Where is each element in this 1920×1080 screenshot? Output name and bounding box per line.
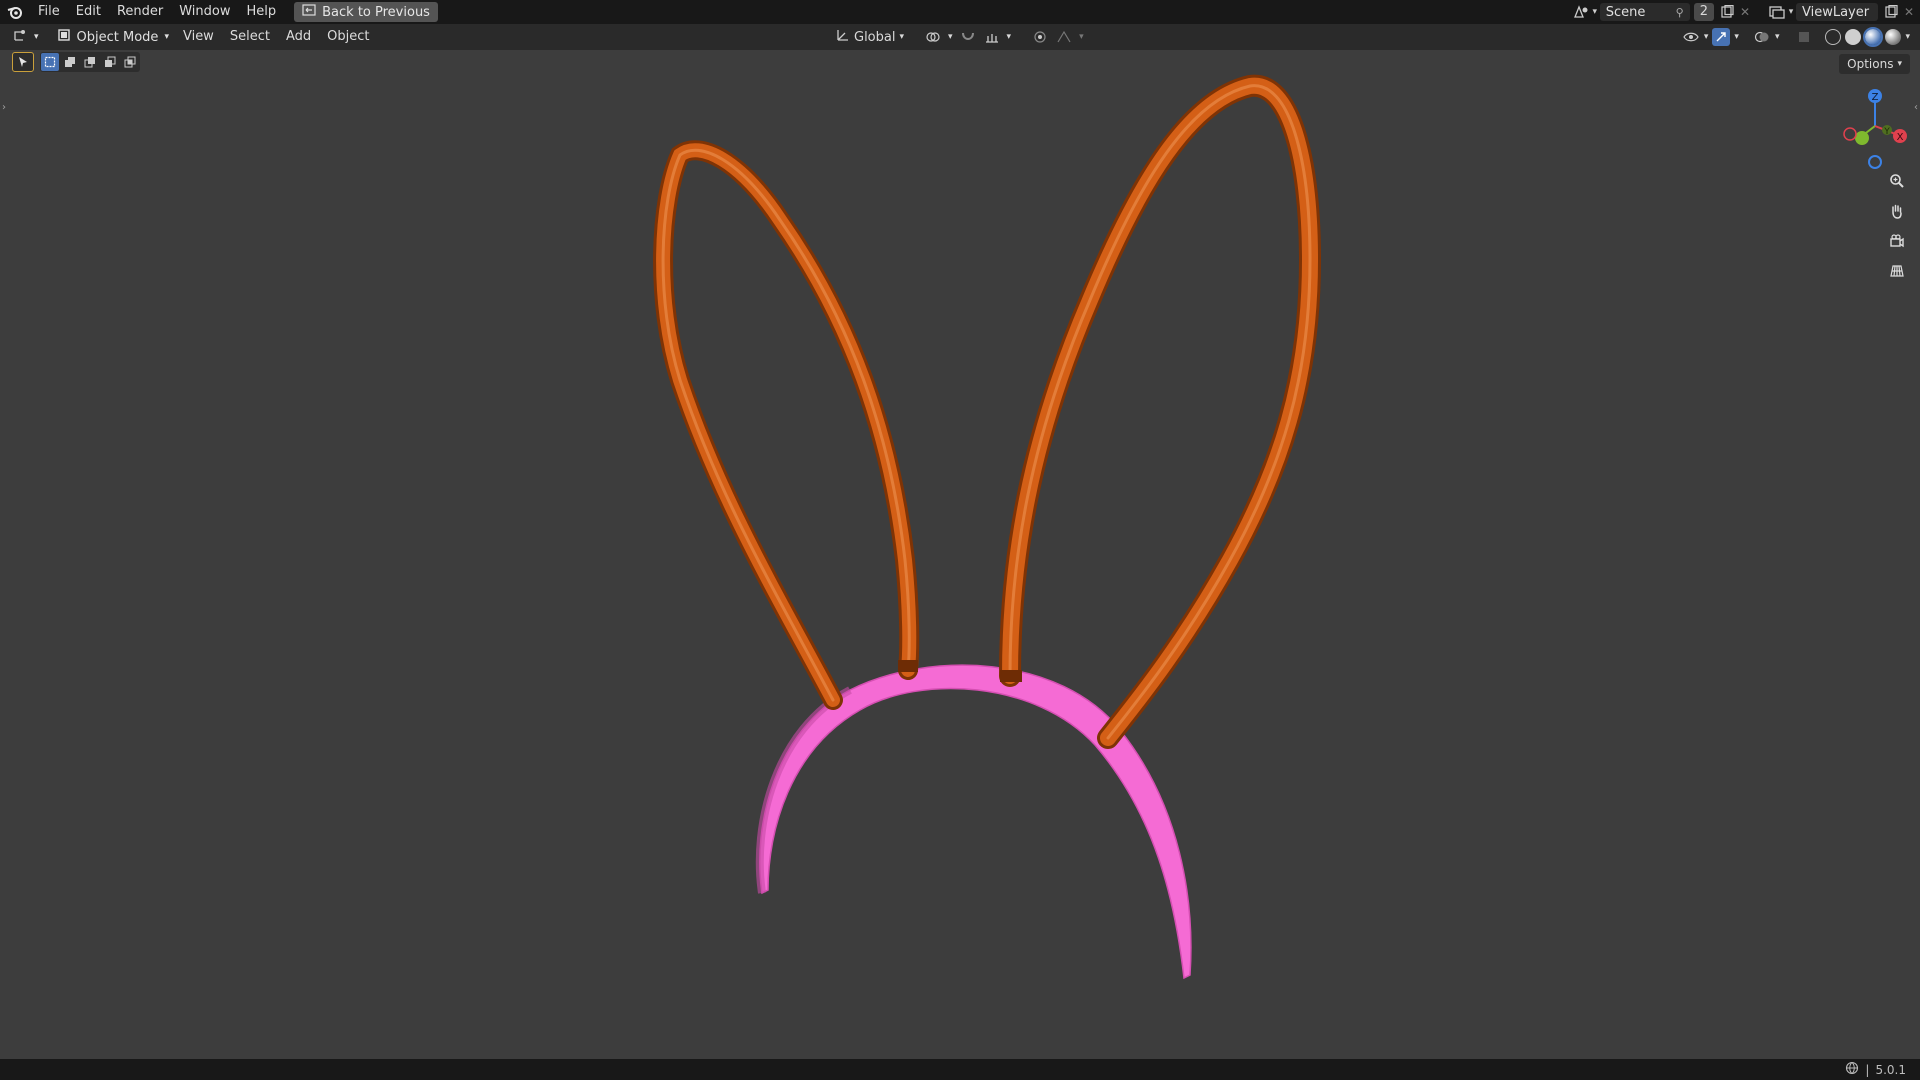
solid-shading-icon[interactable]: [1845, 29, 1862, 45]
select-invert-icon[interactable]: [101, 53, 119, 71]
sidebar-expand-arrow-icon[interactable]: ‹: [1914, 102, 1918, 113]
navigation-gizmo[interactable]: Z Y X: [1828, 82, 1908, 172]
material-preview-shading-icon[interactable]: [1863, 27, 1884, 47]
viewport-display-tools: ▾ ▾ ▾ ▾: [1682, 24, 1910, 50]
chevron-down-icon: ▾: [164, 32, 169, 42]
menu-select[interactable]: Select: [222, 24, 278, 50]
axis-y-handle: [1855, 131, 1869, 145]
editor-type-selector[interactable]: ▾: [6, 27, 45, 47]
proportional-editing-icon[interactable]: [1031, 28, 1049, 46]
menu-view[interactable]: View: [175, 24, 222, 50]
status-separator: |: [1865, 1062, 1870, 1077]
tool-settings-row: [12, 52, 140, 72]
pin-icon[interactable]: ⚲: [1676, 6, 1684, 19]
back-to-previous-label: Back to Previous: [322, 4, 430, 20]
chevron-down-icon: ▾: [899, 32, 905, 42]
axis-y-label: Y: [1883, 127, 1890, 137]
menu-help[interactable]: Help: [239, 0, 285, 24]
chevron-down-icon[interactable]: ▾: [1590, 3, 1600, 21]
chevron-down-icon[interactable]: ▾: [1734, 32, 1739, 42]
version-label: 5.0.1: [1875, 1062, 1906, 1077]
axis-neg-z-handle: [1868, 155, 1882, 169]
camera-view-icon[interactable]: [1884, 228, 1910, 254]
menu-render[interactable]: Render: [109, 0, 171, 24]
viewport-header: ▾ Object Mode ▾ View Select Add Object G…: [0, 24, 1920, 50]
toolbar-expand-arrow-icon[interactable]: ›: [2, 102, 6, 113]
chevron-down-icon[interactable]: ▾: [1704, 32, 1709, 42]
menu-window[interactable]: Window: [171, 0, 238, 24]
snap-increment-icon[interactable]: [983, 28, 1001, 46]
wireframe-shading-icon[interactable]: [1825, 29, 1842, 45]
3d-viewport[interactable]: › ‹ Z Y X: [0, 50, 1920, 1059]
visibility-eye-icon[interactable]: [1682, 28, 1700, 46]
menu-file[interactable]: File: [30, 0, 68, 24]
falloff-curve-icon[interactable]: [1055, 28, 1073, 46]
rendered-shading-icon[interactable]: [1885, 29, 1902, 45]
chevron-down-icon[interactable]: ▾: [1007, 32, 1012, 42]
pivot-point-icon[interactable]: [924, 28, 942, 46]
view-layer-name-field[interactable]: ViewLayer: [1796, 3, 1878, 21]
new-view-layer-icon[interactable]: [1882, 3, 1900, 21]
back-to-previous-button[interactable]: Back to Previous: [294, 2, 438, 22]
scene-render: [653, 74, 1322, 980]
chevron-down-icon[interactable]: ▾: [1786, 3, 1796, 21]
transform-tools: Global ▾ ▾ ▾ ▾: [836, 24, 1084, 50]
chevron-down-icon[interactable]: ▾: [1079, 32, 1084, 42]
chevron-down-icon: ▾: [1897, 59, 1902, 69]
select-subtract-icon[interactable]: [81, 53, 99, 71]
overlays-icon[interactable]: [1753, 28, 1771, 46]
chevron-down-icon: ▾: [34, 32, 39, 42]
close-icon[interactable]: ✕: [1736, 3, 1754, 21]
axis-x-label: X: [1897, 132, 1904, 143]
select-intersect-icon[interactable]: [121, 53, 139, 71]
selection-mode-group: [40, 52, 140, 72]
view-layer-name: ViewLayer: [1802, 4, 1870, 20]
options-label: Options: [1847, 57, 1894, 71]
select-new-icon[interactable]: [41, 53, 59, 71]
view-layer-selector-icon[interactable]: [1768, 3, 1786, 21]
select-extend-icon[interactable]: [61, 53, 79, 71]
orientation-icon: [836, 28, 850, 46]
top-menubar: File Edit Render Window Help Back to Pre…: [0, 0, 1920, 24]
scene-selector-icon[interactable]: [1572, 3, 1590, 21]
pan-hand-icon[interactable]: [1884, 198, 1910, 224]
menu-object[interactable]: Object: [319, 24, 377, 50]
axis-neg-x-handle: [1843, 127, 1857, 141]
3d-viewport-icon: [12, 28, 28, 46]
chevron-down-icon[interactable]: ▾: [1905, 32, 1910, 42]
scene-users-count: 2: [1693, 3, 1714, 21]
perspective-grid-icon[interactable]: [1884, 258, 1910, 284]
network-globe-icon[interactable]: [1845, 1061, 1859, 1078]
chevron-down-icon[interactable]: ▾: [1775, 32, 1780, 42]
object-mode-dropdown[interactable]: Object Mode ▾: [51, 27, 175, 47]
blender-logo-icon[interactable]: [0, 0, 30, 24]
close-icon[interactable]: ✕: [1900, 3, 1918, 21]
object-mode-icon: [57, 28, 71, 46]
options-dropdown[interactable]: Options ▾: [1839, 54, 1910, 74]
transform-orientation-dropdown[interactable]: Global ▾: [836, 28, 904, 46]
top-right-controls: ▾ Scene ⚲ 2 ✕ ▾ ViewLayer ✕: [1572, 0, 1920, 24]
select-tool-icon[interactable]: [12, 52, 34, 72]
zoom-icon[interactable]: [1884, 168, 1910, 194]
scene-name: Scene: [1605, 4, 1646, 20]
fullscreen-back-icon: [302, 4, 316, 20]
status-bar: | 5.0.1: [0, 1059, 1920, 1080]
object-mode-label: Object Mode: [76, 29, 159, 45]
snap-toggle-icon[interactable]: [959, 28, 977, 46]
chevron-down-icon[interactable]: ▾: [948, 32, 953, 42]
menu-add[interactable]: Add: [278, 24, 319, 50]
gizmo-toggle-icon[interactable]: [1712, 28, 1731, 46]
orientation-label: Global: [854, 29, 896, 45]
xray-toggle-icon[interactable]: [1795, 28, 1813, 46]
axis-z-label: Z: [1872, 92, 1879, 103]
scene-name-field[interactable]: Scene ⚲: [1599, 3, 1690, 21]
menu-edit[interactable]: Edit: [68, 0, 109, 24]
new-scene-icon[interactable]: [1718, 3, 1736, 21]
